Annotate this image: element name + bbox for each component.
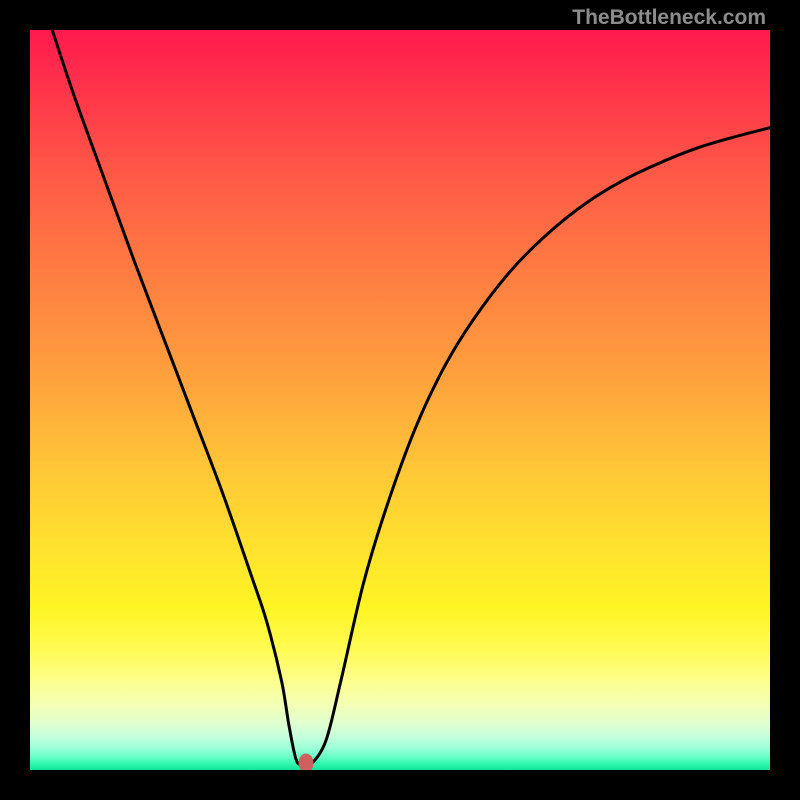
chart-frame: TheBottleneck.com xyxy=(0,0,800,800)
bottleneck-curve xyxy=(52,30,770,766)
curve-layer xyxy=(30,30,770,770)
optimum-marker xyxy=(299,754,314,770)
plot-area xyxy=(30,30,770,770)
watermark-text: TheBottleneck.com xyxy=(572,6,766,30)
